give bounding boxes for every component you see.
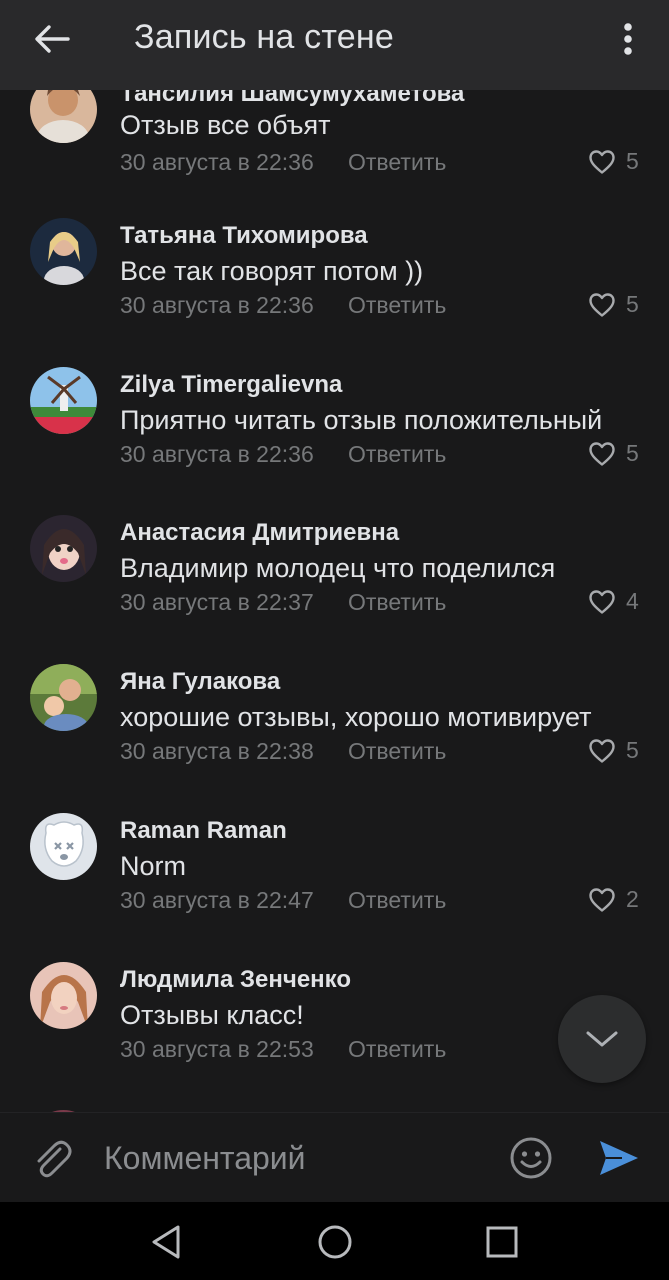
comment-author[interactable]: Тансилия Шамсумухаметова	[120, 90, 464, 108]
like-button[interactable]: 5	[588, 440, 639, 467]
comment-date: 30 августа в 22:38	[120, 738, 314, 764]
avatar[interactable]	[30, 218, 97, 285]
heart-icon	[589, 738, 615, 763]
comment-item: Яна Гулакова хорошие отзывы, хорошо моти…	[0, 664, 669, 812]
comment-text: Приятно читать отзыв положительный	[120, 405, 603, 435]
comments-list: Тансилия Шамсумухаметова Отзыв все объят…	[0, 90, 669, 1112]
heart-icon	[589, 441, 615, 466]
avatar[interactable]	[30, 367, 97, 434]
like-button[interactable]: 5	[588, 737, 639, 764]
like-button[interactable]: 5	[588, 291, 639, 318]
comment-text: Владимир молодец что поделился	[120, 553, 556, 583]
reply-button[interactable]: Ответить	[348, 292, 446, 319]
comment-text: хорошие отзывы, хорошо мотивирует	[120, 702, 592, 732]
comment-date: 30 августа в 22:47	[120, 887, 314, 913]
heart-icon	[589, 292, 615, 317]
like-count: 5	[626, 291, 639, 317]
system-home-button[interactable]	[315, 1222, 355, 1262]
more-vertical-icon	[624, 23, 632, 55]
chevron-down-icon	[586, 1031, 618, 1047]
heart-icon	[589, 149, 615, 174]
top-app-bar: Запись на стене	[0, 0, 669, 90]
avatar[interactable]	[30, 962, 97, 1029]
comment-date: 30 августа в 22:37	[120, 589, 314, 615]
heart-icon	[589, 589, 615, 614]
emoji-button[interactable]	[508, 1135, 554, 1181]
reply-button[interactable]: Ответить	[348, 738, 446, 765]
comment-date: 30 августа в 22:36	[120, 441, 314, 467]
comment-item: Zilya Timergalievna Приятно читать отзыв…	[0, 367, 669, 515]
like-count: 5	[626, 737, 639, 763]
like-count: 5	[626, 440, 639, 466]
reply-button[interactable]: Ответить	[348, 589, 446, 616]
smile-icon	[510, 1137, 552, 1179]
reply-button[interactable]: Ответить	[348, 1036, 446, 1063]
comment-text: Norm	[120, 851, 186, 881]
comment-author[interactable]: Яна Гулакова	[120, 668, 280, 696]
page-title: Запись на стене	[134, 18, 394, 56]
comment-item: Анастасия Дмитриевна Владимир молодец чт…	[0, 515, 669, 663]
reply-button[interactable]: Ответить	[348, 441, 446, 468]
circle-home-icon	[318, 1225, 352, 1259]
reply-button[interactable]: Ответить	[348, 149, 446, 176]
comment-author[interactable]: Татьяна Тихомирова	[120, 222, 368, 250]
comment-composer	[0, 1112, 669, 1202]
comment-item: Raman Raman Norm 30 августа в 22:47 Отве…	[0, 813, 669, 961]
comment-date: 30 августа в 22:36	[120, 149, 314, 175]
like-button[interactable]: 2	[588, 886, 639, 913]
triangle-back-icon	[152, 1225, 180, 1259]
system-navigation-bar	[0, 1202, 669, 1280]
send-button[interactable]	[596, 1135, 642, 1181]
comment-text: Отзыв все объят	[120, 110, 331, 140]
more-options-button[interactable]	[608, 14, 648, 64]
scroll-down-button[interactable]	[558, 995, 646, 1083]
avatar[interactable]	[30, 664, 97, 731]
comment-input[interactable]	[104, 1135, 484, 1181]
back-button[interactable]	[22, 16, 82, 62]
avatar[interactable]	[30, 813, 97, 880]
square-recents-icon	[486, 1226, 518, 1258]
comment-author[interactable]: Zilya Timergalievna	[120, 371, 342, 399]
heart-icon	[589, 887, 615, 912]
comment-date: 30 августа в 22:36	[120, 292, 314, 318]
comment-item: Тансилия Шамсумухаметова Отзыв все объят…	[0, 90, 669, 175]
comment-item: Татьяна Тихомирова Все так говорят потом…	[0, 218, 669, 366]
like-count: 5	[626, 148, 639, 174]
comment-author[interactable]: Анастасия Дмитриевна	[120, 519, 399, 547]
system-recents-button[interactable]	[482, 1222, 522, 1262]
like-button[interactable]: 4	[588, 588, 639, 615]
send-icon	[600, 1141, 638, 1175]
comment-author[interactable]: Raman Raman	[120, 817, 287, 845]
comment-text: Все так говорят потом ))	[120, 256, 424, 286]
comment-text: Отзывы класс!	[120, 1000, 304, 1030]
avatar[interactable]	[30, 90, 97, 143]
paperclip-icon	[37, 1140, 72, 1178]
system-back-button[interactable]	[146, 1222, 186, 1262]
like-count: 2	[626, 886, 639, 912]
like-button[interactable]: 5	[588, 148, 639, 175]
reply-button[interactable]: Ответить	[348, 887, 446, 914]
avatar[interactable]	[30, 515, 97, 582]
attach-button[interactable]	[30, 1135, 76, 1181]
arrow-left-icon	[35, 25, 70, 53]
comment-author[interactable]: Людмила Зенченко	[120, 966, 351, 994]
like-count: 4	[626, 588, 639, 614]
comment-date: 30 августа в 22:53	[120, 1036, 314, 1062]
